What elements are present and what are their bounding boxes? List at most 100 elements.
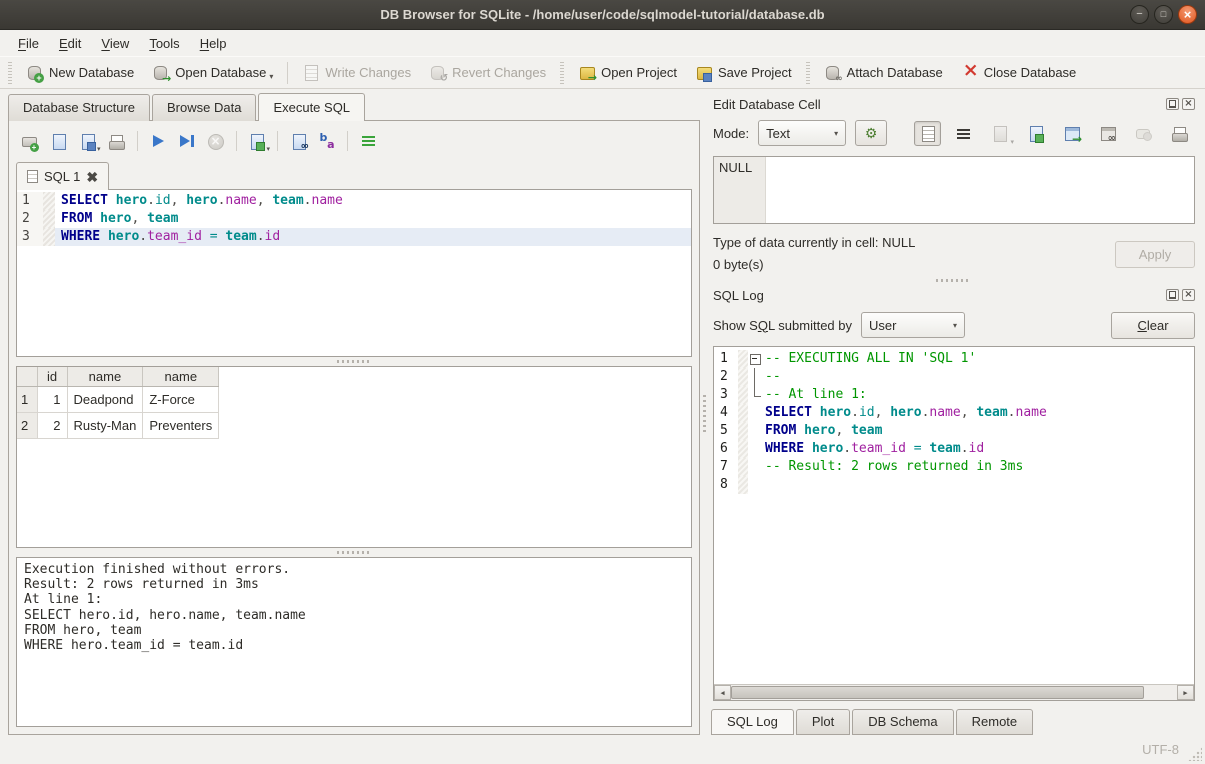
row-header[interactable]: 1 bbox=[17, 387, 37, 413]
fold-column bbox=[748, 458, 762, 476]
export-results-icon bbox=[248, 133, 265, 150]
text-mode-icon bbox=[919, 125, 936, 142]
sql-code-editor[interactable]: 1SELECT hero.id, hero.name, team.name2FR… bbox=[16, 189, 692, 357]
sql-log-view[interactable]: 1-- EXECUTING ALL IN 'SQL 1'2--3-- At li… bbox=[713, 346, 1195, 701]
float-panel-icon[interactable] bbox=[1166, 98, 1179, 110]
scroll-left-icon[interactable]: ◀ bbox=[714, 685, 731, 700]
tab-browse-data[interactable]: Browse Data bbox=[152, 94, 256, 121]
sql-tab[interactable]: SQL 1 ✖ bbox=[16, 162, 109, 190]
chevron-down-icon: ▾ bbox=[834, 129, 838, 138]
submitted-by-select[interactable]: User ▾ bbox=[861, 312, 965, 338]
table-cell[interactable]: 2 bbox=[37, 413, 67, 439]
mode-select[interactable]: Text ▾ bbox=[758, 120, 846, 146]
fold-marker-icon[interactable] bbox=[748, 350, 762, 368]
find-replace-button[interactable] bbox=[314, 129, 340, 153]
close-panel-icon[interactable] bbox=[1182, 289, 1195, 301]
export-data-button[interactable] bbox=[1022, 121, 1049, 146]
code-line: 7-- Result: 2 rows returned in 3ms bbox=[714, 458, 1194, 476]
clear-button[interactable]: Clear bbox=[1111, 312, 1195, 339]
column-header-name[interactable]: name bbox=[67, 367, 143, 387]
toolbar-button-attach-database[interactable]: Attach Database bbox=[815, 60, 952, 85]
dropdown-caret-icon: ▾ bbox=[97, 145, 101, 155]
line-number: 2 bbox=[714, 368, 738, 386]
execute-line-button[interactable] bbox=[174, 129, 200, 153]
fold-marker-icon[interactable] bbox=[748, 386, 762, 404]
close-icon[interactable] bbox=[1178, 5, 1197, 24]
open-sql-file-icon bbox=[50, 133, 67, 150]
code-text: FROM hero, team bbox=[762, 422, 882, 440]
print-button[interactable] bbox=[104, 129, 130, 153]
column-header-id[interactable]: id bbox=[37, 367, 67, 387]
splitter-handle[interactable] bbox=[709, 276, 1197, 285]
table-cell[interactable]: 1 bbox=[37, 387, 67, 413]
print-cell-button[interactable] bbox=[1166, 121, 1193, 146]
new-sql-tab-button[interactable] bbox=[16, 129, 42, 153]
splitter-handle[interactable] bbox=[16, 357, 692, 366]
resize-grip-icon[interactable] bbox=[1188, 747, 1202, 761]
text-mode-button[interactable] bbox=[914, 121, 941, 146]
panel-splitter[interactable] bbox=[700, 94, 709, 735]
splitter-handle[interactable] bbox=[16, 548, 692, 557]
menu-item-view[interactable]: View bbox=[91, 33, 139, 54]
horizontal-scrollbar[interactable]: ◀ ▶ bbox=[714, 684, 1194, 700]
cell-edit-area[interactable] bbox=[766, 157, 1194, 223]
auto-apply-button[interactable]: ⚙ bbox=[855, 120, 887, 146]
toolbar-handle bbox=[560, 62, 564, 84]
table-cell[interactable]: Preventers bbox=[143, 413, 219, 439]
row-header[interactable]: 2 bbox=[17, 413, 37, 439]
title-bar[interactable]: DB Browser for SQLite - /home/user/code/… bbox=[0, 0, 1205, 30]
set-null-icon bbox=[1135, 125, 1152, 142]
close-database-icon bbox=[961, 64, 978, 81]
dock-tab-remote[interactable]: Remote bbox=[956, 709, 1034, 735]
menu-item-edit[interactable]: Edit bbox=[49, 33, 91, 54]
submitted-by-value: User bbox=[869, 318, 896, 333]
line-number: 1 bbox=[17, 192, 43, 210]
table-cell[interactable]: Rusty-Man bbox=[67, 413, 143, 439]
write-changes-icon bbox=[302, 64, 319, 81]
line-number: 5 bbox=[714, 422, 738, 440]
find-button[interactable] bbox=[285, 129, 311, 153]
maximize-icon[interactable] bbox=[1154, 5, 1173, 24]
code-text: -- Result: 2 rows returned in 3ms bbox=[762, 458, 1023, 476]
open-sql-file-button[interactable] bbox=[45, 129, 71, 153]
copy-link-button[interactable] bbox=[1094, 121, 1121, 146]
word-wrap-button[interactable] bbox=[950, 121, 977, 146]
float-panel-icon[interactable] bbox=[1166, 289, 1179, 301]
results-grid[interactable]: idnamename 11DeadpondZ-Force22Rusty-ManP… bbox=[16, 366, 692, 548]
tab-execute-sql[interactable]: Execute SQL bbox=[258, 93, 365, 121]
toolbar-button-new-database[interactable]: New Database bbox=[17, 60, 143, 85]
scrollbar-thumb[interactable] bbox=[731, 686, 1144, 699]
fold-margin bbox=[738, 458, 748, 476]
table-cell[interactable]: Deadpond bbox=[67, 387, 143, 413]
toolbar-button-open-database[interactable]: Open Database▾ bbox=[143, 60, 282, 85]
dock-tab-db-schema[interactable]: DB Schema bbox=[852, 709, 953, 735]
table-cell[interactable]: Z-Force bbox=[143, 387, 219, 413]
menu-item-file[interactable]: File bbox=[8, 33, 49, 54]
open-external-button[interactable] bbox=[1058, 121, 1085, 146]
fold-margin bbox=[738, 368, 748, 386]
dock-tab-sql-log[interactable]: SQL Log bbox=[711, 709, 794, 735]
code-text: WHERE hero.team_id = team.id bbox=[55, 228, 691, 246]
set-null-button bbox=[1130, 121, 1157, 146]
close-panel-icon[interactable] bbox=[1182, 98, 1195, 110]
minimize-icon[interactable] bbox=[1130, 5, 1149, 24]
menu-item-help[interactable]: Help bbox=[190, 33, 237, 54]
line-number: 4 bbox=[714, 404, 738, 422]
tab-database-structure[interactable]: Database Structure bbox=[8, 94, 150, 121]
toolbar-button-close-database[interactable]: Close Database bbox=[952, 60, 1086, 85]
dock-tab-plot[interactable]: Plot bbox=[796, 709, 850, 735]
toolbar-button-revert-changes: Revert Changes bbox=[420, 60, 555, 85]
menu-item-tools[interactable]: Tools bbox=[139, 33, 189, 54]
toolbar-button-save-project[interactable]: Save Project bbox=[686, 60, 801, 85]
cell-value: NULL bbox=[714, 157, 766, 223]
toolbar-button-open-project[interactable]: Open Project bbox=[569, 60, 686, 85]
close-tab-icon[interactable]: ✖ bbox=[86, 170, 98, 184]
cell-value-editor[interactable]: NULL bbox=[713, 156, 1195, 224]
execute-all-button[interactable] bbox=[145, 129, 171, 153]
word-wrap-icon bbox=[955, 125, 972, 142]
scroll-right-icon[interactable]: ▶ bbox=[1177, 685, 1194, 700]
column-header-name[interactable]: name bbox=[143, 367, 219, 387]
fold-marker-icon[interactable] bbox=[748, 368, 762, 386]
edit-cell-title: Edit Database Cell bbox=[713, 97, 1166, 112]
format-sql-button[interactable] bbox=[355, 129, 381, 153]
